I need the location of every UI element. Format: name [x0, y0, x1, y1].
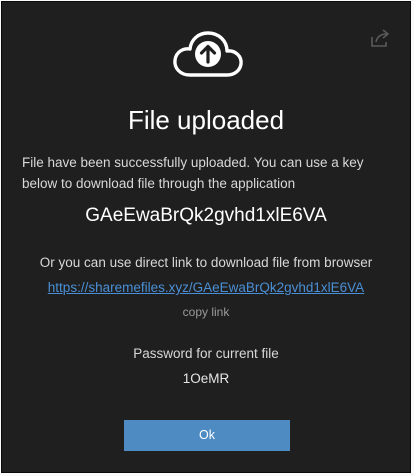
- cloud-upload-icon: [173, 31, 243, 77]
- file-key: GAeEwaBrQk2gvhd1xlE6VA: [85, 205, 327, 226]
- password-label: Password for current file: [133, 346, 279, 361]
- ok-button[interactable]: Ok: [124, 420, 290, 451]
- direct-link[interactable]: https://sharemefiles.xyz/GAeEwaBrQk2gvhd…: [2, 278, 410, 298]
- dialog-title: File uploaded: [127, 105, 285, 135]
- copy-link-button[interactable]: copy link: [2, 303, 410, 321]
- share-icon[interactable]: [368, 26, 392, 50]
- direct-link-description: Or you can use direct link to download f…: [39, 255, 373, 270]
- upload-dialog: File uploaded File have been successfull…: [1, 1, 411, 473]
- password-value: 1OeMR: [182, 371, 230, 386]
- upload-description: File have been successfully uploaded. Yo…: [22, 155, 364, 191]
